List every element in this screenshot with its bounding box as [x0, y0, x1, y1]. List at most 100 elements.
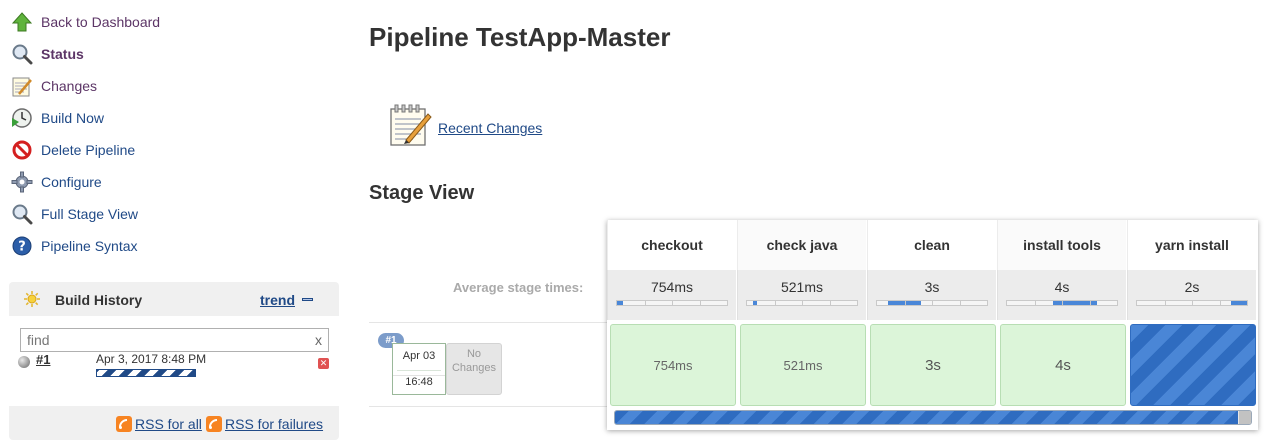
stage-average-time: 754ms — [650, 279, 694, 295]
average-stage-times-label: Average stage times: — [453, 280, 584, 295]
stage-average-tick — [802, 301, 803, 305]
stage-header-yarn-install: yarn install — [1127, 220, 1256, 270]
status-link[interactable]: Status — [10, 40, 84, 68]
stage-average-tick — [699, 301, 701, 305]
recent-changes-link[interactable]: Recent Changes — [438, 120, 542, 136]
stage-average-fill — [1230, 301, 1247, 305]
build-date: Apr 3, 2017 8:48 PM — [96, 352, 207, 366]
delete-pipeline-label: Delete Pipeline — [41, 142, 136, 158]
stage-average-time: 4s — [1054, 279, 1070, 295]
stage-average-tick — [644, 301, 646, 305]
stage-average-bar — [1006, 300, 1118, 306]
run-progress-bar — [614, 410, 1252, 425]
stage-average-bar — [1136, 300, 1248, 306]
stage-average-fill — [617, 301, 623, 305]
pipeline-syntax-label: Pipeline Syntax — [41, 238, 138, 254]
build-history-footer: RSS for all RSS for failures — [9, 406, 339, 440]
stage-average-bar — [876, 300, 988, 306]
stage-cell-install-tools[interactable]: 4s — [1000, 324, 1126, 406]
rss-all-link[interactable]: RSS for all — [116, 416, 202, 432]
stage-average-tick — [932, 301, 933, 305]
stage-average-check-java: 521ms — [737, 270, 866, 320]
build-now-link[interactable]: Build Now — [10, 104, 104, 132]
build-search-input[interactable]: find x — [20, 328, 329, 352]
stage-average-time: 3s — [924, 279, 940, 295]
rss-failures-link[interactable]: RSS for failures — [206, 416, 323, 432]
status-label: Status — [41, 46, 84, 62]
stage-header-checkout: checkout — [607, 220, 736, 270]
back-to-dashboard-label: Back to Dashboard — [41, 14, 161, 30]
svg-text:?: ? — [18, 240, 26, 255]
rss-failures-label: RSS for failures — [225, 416, 324, 432]
configure-link[interactable]: Configure — [10, 168, 102, 196]
no-entry-icon — [10, 138, 34, 162]
build-search-placeholder: find — [27, 332, 50, 348]
stage-cell-checkout[interactable]: 754ms — [610, 324, 736, 406]
stage-average-fill — [1053, 301, 1098, 305]
stage-average-time: 521ms — [780, 279, 824, 295]
notepad-icon[interactable] — [388, 102, 432, 148]
stage-average-clean: 3s — [867, 270, 996, 320]
back-to-dashboard-link[interactable]: Back to Dashboard — [10, 8, 160, 36]
rss-all-label: RSS for all — [135, 416, 202, 432]
stage-average-tick — [829, 301, 831, 305]
build-number-link[interactable]: #1 — [36, 352, 50, 367]
build-progress-bar[interactable] — [96, 369, 196, 377]
stage-header-install-tools: install tools — [997, 220, 1126, 270]
stage-average-tick — [774, 301, 776, 305]
magnifier-icon — [10, 42, 34, 66]
notepad-icon — [10, 74, 34, 98]
run-changes-box[interactable]: No Changes — [446, 343, 502, 395]
build-history-panel: Build History trend find x #1 Apr 3, 201… — [9, 282, 339, 440]
collapse-icon[interactable] — [302, 298, 313, 301]
delete-pipeline-link[interactable]: Delete Pipeline — [10, 136, 135, 164]
stage-average-install-tools: 4s — [997, 270, 1126, 320]
run-date-box[interactable]: Apr 03 16:48 — [392, 343, 446, 395]
clear-search-button[interactable]: x — [315, 332, 322, 348]
stage-cell-clean[interactable]: 3s — [870, 324, 996, 406]
run-progress-remaining — [1239, 411, 1251, 424]
build-history-body: find x #1 Apr 3, 2017 8:48 PM ✕ — [9, 316, 339, 406]
run-progress-fill — [615, 411, 1239, 424]
stage-average-fill — [752, 301, 757, 305]
stage-average-time: 2s — [1184, 279, 1200, 295]
build-history-header: Build History trend — [9, 282, 339, 316]
run-time: 16:48 — [393, 375, 445, 388]
changes-link[interactable]: Changes — [10, 72, 97, 100]
sidebar: Back to Dashboard Status Changes Build N… — [0, 0, 350, 448]
clock-play-icon — [10, 106, 34, 130]
trend-link[interactable]: trend — [260, 292, 295, 308]
stage-average-tick — [904, 301, 906, 305]
stage-average-tick — [1089, 301, 1091, 305]
run-date: Apr 03 — [402, 350, 436, 362]
status-ball-icon — [18, 356, 30, 368]
stage-average-bar — [616, 300, 728, 306]
page-title: Pipeline TestApp-Master — [369, 22, 671, 52]
stage-average-checkout: 754ms — [607, 270, 736, 320]
up-arrow-icon — [10, 10, 34, 34]
sun-icon — [23, 290, 41, 308]
build-history-title: Build History — [55, 292, 143, 308]
full-stage-view-label: Full Stage View — [41, 206, 139, 222]
stage-average-yarn-install: 2s — [1127, 270, 1256, 320]
stage-average-tick — [672, 301, 673, 305]
stage-average-tick — [1062, 301, 1063, 305]
stage-average-tick — [1192, 301, 1193, 305]
pipeline-syntax-link[interactable]: ? Pipeline Syntax — [10, 232, 138, 260]
full-stage-view-link[interactable]: Full Stage View — [10, 200, 138, 228]
stage-average-tick — [1164, 301, 1166, 305]
stage-average-tick — [1034, 301, 1036, 305]
stage-header-check-java: check java — [737, 220, 866, 270]
stage-cell-yarn-install[interactable] — [1130, 324, 1256, 406]
stage-average-bar — [746, 300, 858, 306]
stage-view-title: Stage View — [369, 182, 475, 204]
stage-cell-check-java[interactable]: 521ms — [740, 324, 866, 406]
changes-label: Changes — [41, 78, 98, 94]
configure-label: Configure — [41, 174, 102, 190]
cancel-build-icon[interactable]: ✕ — [318, 358, 329, 369]
stage-average-tick — [1219, 301, 1221, 305]
rss-icon — [116, 416, 132, 432]
recent-changes: Recent Changes — [388, 102, 542, 148]
magnifier-icon — [10, 202, 34, 226]
rss-icon — [206, 416, 222, 432]
